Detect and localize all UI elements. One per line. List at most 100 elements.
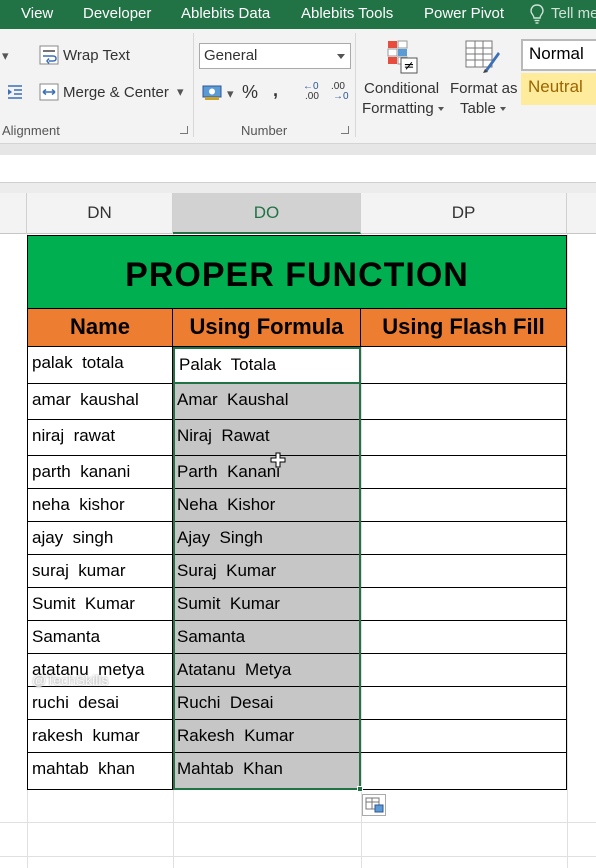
gridline <box>567 234 568 868</box>
tab-developer[interactable]: Developer <box>83 5 151 22</box>
comma-style-button[interactable]: , <box>273 80 278 101</box>
flash-fill-cell[interactable] <box>361 384 567 420</box>
column-header-row: DN DO DP <box>0 193 596 234</box>
tab-power-pivot[interactable]: Power Pivot <box>424 5 504 22</box>
column-header-dn[interactable]: DN <box>27 193 173 234</box>
flash-fill-cell[interactable] <box>361 347 567 384</box>
column-header-do[interactable]: DO <box>173 193 361 234</box>
name-cell[interactable]: niraj rawat <box>27 420 173 456</box>
formula-cell[interactable]: Mahtab Khan <box>173 753 361 790</box>
header-cell-using-formula[interactable]: Using Formula <box>173 309 361 347</box>
decrease-decimal-button[interactable]: .00 →0 <box>331 81 351 103</box>
flash-fill-cell[interactable] <box>361 687 567 720</box>
number-format-select[interactable]: General <box>199 43 351 69</box>
formula-cell[interactable]: Suraj Kumar <box>173 555 361 588</box>
formula-cell[interactable]: Neha Kishor <box>173 489 361 522</box>
formula-cell[interactable]: Rakesh Kumar <box>173 720 361 753</box>
accounting-format-icon[interactable] <box>201 82 225 102</box>
format-as-table-label-2: Table <box>460 100 506 117</box>
dropdown-arrow-icon[interactable]: ▾ <box>2 48 9 64</box>
tell-me-search[interactable]: Tell me <box>551 5 596 22</box>
formula-cell-active[interactable]: Palak Totala <box>173 347 361 384</box>
watermark-text: @TechSkills <box>32 672 109 688</box>
format-as-table-button[interactable]: Format as Table <box>447 37 519 137</box>
alignment-launcher-icon[interactable] <box>180 126 188 134</box>
name-cell[interactable]: parth kanani <box>27 456 173 489</box>
format-as-table-icon <box>465 40 500 73</box>
name-cell[interactable]: mahtab khan <box>27 753 173 790</box>
sheet-title-cell[interactable]: PROPER FUNCTION <box>27 235 567 309</box>
tab-ablebits-tools[interactable]: Ablebits Tools <box>301 5 393 22</box>
formula-cell[interactable]: Atatanu Metya <box>173 654 361 687</box>
select-all-corner[interactable] <box>0 193 27 234</box>
quick-analysis-button[interactable] <box>362 794 386 816</box>
flash-fill-cell[interactable] <box>361 654 567 687</box>
cell-style-normal[interactable]: Normal <box>521 39 596 71</box>
column-header-next[interactable] <box>567 193 596 234</box>
group-separator <box>355 33 356 137</box>
wrap-text-label: Wrap Text <box>63 47 130 64</box>
gridline <box>0 822 596 823</box>
tab-ablebits-data[interactable]: Ablebits Data <box>181 5 270 22</box>
formula-bar[interactable] <box>0 155 596 183</box>
name-cell[interactable]: Sumit Kumar <box>27 588 173 621</box>
ribbon-divider <box>0 144 596 155</box>
increase-decimal-label: .00 <box>305 91 319 102</box>
indent-icon[interactable] <box>6 84 24 100</box>
formula-cell[interactable]: Sumit Kumar <box>173 588 361 621</box>
name-cell[interactable]: Samanta <box>27 621 173 654</box>
header-cell-name[interactable]: Name <box>27 309 173 347</box>
formula-cell[interactable]: Amar Kaushal <box>173 384 361 420</box>
formula-bar-divider <box>0 183 596 193</box>
name-cell[interactable]: suraj kumar <box>27 555 173 588</box>
formula-cell[interactable]: Ajay Singh <box>173 522 361 555</box>
name-cell[interactable]: rakesh kumar <box>27 720 173 753</box>
alignment-group-label: Alignment <box>2 123 60 138</box>
name-cell[interactable]: amar kaushal <box>27 384 173 420</box>
formula-cell[interactable]: Niraj Rawat <box>173 420 361 456</box>
name-cell[interactable]: palak totala <box>27 347 173 384</box>
conditional-formatting-button[interactable]: ≠ Conditional Formatting <box>360 37 446 137</box>
formula-cell[interactable]: Parth Kanani <box>173 456 361 489</box>
flash-fill-cell[interactable] <box>361 456 567 489</box>
formula-cell[interactable]: Samanta <box>173 621 361 654</box>
chevron-down-icon <box>337 54 345 59</box>
flash-fill-cell[interactable] <box>361 588 567 621</box>
flash-fill-cell[interactable] <box>361 720 567 753</box>
merge-center-label: Merge & Center <box>63 84 169 101</box>
flash-fill-cell[interactable] <box>361 555 567 588</box>
name-cell[interactable]: neha kishor <box>27 489 173 522</box>
gridline <box>0 856 596 857</box>
increase-decimal-button[interactable]: ←0 .00 <box>303 81 323 103</box>
header-cell-using-flash-fill[interactable]: Using Flash Fill <box>361 309 567 347</box>
flash-fill-cell[interactable] <box>361 522 567 555</box>
lightbulb-icon[interactable] <box>530 4 544 24</box>
conditional-formatting-icon: ≠ <box>387 40 418 74</box>
percent-style-button[interactable]: % <box>242 82 258 103</box>
conditional-formatting-label-2: Formatting <box>362 100 444 117</box>
accounting-dropdown-icon[interactable]: ▾ <box>227 86 234 102</box>
svg-text:≠: ≠ <box>404 59 415 74</box>
wrap-text-icon <box>39 45 59 65</box>
merge-center-button[interactable]: Merge & Center ▾ <box>39 81 189 103</box>
flash-fill-cell[interactable] <box>361 753 567 790</box>
decrease-decimal-arrow-icon: →0 <box>333 91 349 102</box>
number-group-label: Number <box>241 123 288 138</box>
name-cell[interactable]: ajay singh <box>27 522 173 555</box>
ribbon: ▾ Wrap Text Merge & Center ▾ Alignment G… <box>0 29 596 144</box>
group-separator <box>193 33 194 137</box>
merge-dropdown-icon[interactable]: ▾ <box>177 84 184 100</box>
fill-handle[interactable] <box>357 786 363 792</box>
number-format-value: General <box>204 47 258 64</box>
cell-style-neutral[interactable]: Neutral <box>521 73 596 105</box>
column-header-dp[interactable]: DP <box>361 193 567 234</box>
number-launcher-icon[interactable] <box>341 126 349 134</box>
quick-analysis-icon <box>365 797 384 813</box>
flash-fill-cell[interactable] <box>361 621 567 654</box>
tab-view[interactable]: View <box>21 5 53 22</box>
formula-cell[interactable]: Ruchi Desai <box>173 687 361 720</box>
name-cell[interactable]: ruchi desai <box>27 687 173 720</box>
flash-fill-cell[interactable] <box>361 420 567 456</box>
merge-center-icon <box>39 83 59 101</box>
flash-fill-cell[interactable] <box>361 489 567 522</box>
